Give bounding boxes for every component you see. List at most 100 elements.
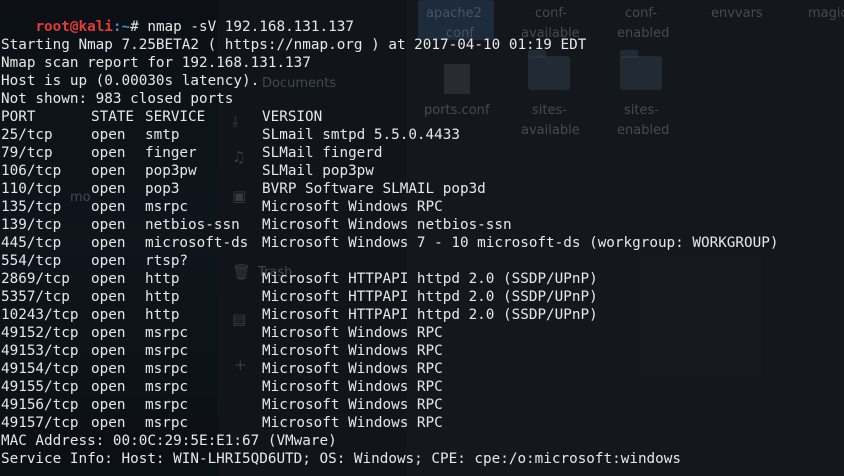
output-line: Starting Nmap 7.25BETA2 ( https://nmap.o… bbox=[1, 37, 587, 53]
cell-state: open bbox=[91, 289, 126, 305]
cell-version: BVRP Software SLMAIL pop3d bbox=[262, 181, 486, 197]
cell-service: msrpc bbox=[145, 379, 189, 395]
cell-service: pop3pw bbox=[145, 163, 197, 179]
cell-version: SLMail pop3pw bbox=[262, 163, 374, 179]
cell-port: 445/tcp bbox=[1, 235, 62, 251]
port-table-header: PORT STATE SERVICE VERSION bbox=[0, 108, 844, 126]
cell-port: 139/tcp bbox=[1, 217, 62, 233]
port-row: 49157/tcp open msrpc Microsoft Windows RPC bbox=[0, 414, 844, 432]
cell-service: pop3 bbox=[145, 181, 180, 197]
output-line: Nmap scan report for 192.168.131.137 bbox=[1, 55, 311, 71]
port-row: 554/tcp open rtsp? bbox=[0, 252, 844, 270]
cell-port: 49153/tcp bbox=[1, 343, 79, 359]
cell-version: Microsoft Windows RPC bbox=[262, 325, 443, 341]
cell-version: Microsoft HTTPAPI httpd 2.0 (SSDP/UPnP) bbox=[262, 289, 598, 305]
cell-state: open bbox=[91, 127, 126, 143]
port-row: 49154/tcp open msrpc Microsoft Windows RPC bbox=[0, 360, 844, 378]
port-row: 139/tcp open netbios-ssn Microsoft Windows … bbox=[0, 216, 844, 234]
cell-version: SLmail smtpd 5.5.0.4433 bbox=[262, 127, 460, 143]
cell-port: 49152/tcp bbox=[1, 325, 79, 341]
cell-version: Microsoft Windows RPC bbox=[262, 379, 443, 395]
cell-state: open bbox=[91, 307, 126, 323]
cell-port: 2869/tcp bbox=[1, 271, 70, 287]
cell-port: 10243/tcp bbox=[1, 307, 79, 323]
cell-service: msrpc bbox=[145, 325, 189, 341]
cell-state: open bbox=[91, 361, 126, 377]
port-row: 135/tcp open msrpc Microsoft Windows RPC bbox=[0, 198, 844, 216]
cell-service: microsoft-ds bbox=[145, 235, 249, 251]
cell-state: open bbox=[91, 397, 126, 413]
cell-port: 25/tcp bbox=[1, 127, 53, 143]
cell-service: msrpc bbox=[145, 397, 189, 413]
cell-state: open bbox=[91, 217, 126, 233]
prompt-symbol: # bbox=[130, 19, 148, 35]
port-row: 5357/tcp open http Microsoft HTTPAPI httpd … bbox=[0, 288, 844, 306]
cell-state: open bbox=[91, 343, 126, 359]
cell-state: open bbox=[91, 415, 126, 431]
cell-service: netbios-ssn bbox=[145, 217, 240, 233]
cell-version: VERSION bbox=[262, 109, 323, 125]
port-row: 79/tcp open finger SLMail fingerd bbox=[0, 144, 844, 162]
command-text: nmap -sV 192.168.131.137 bbox=[147, 19, 354, 35]
port-row: 49153/tcp open msrpc Microsoft Windows RPC bbox=[0, 342, 844, 360]
cell-version: Microsoft HTTPAPI httpd 2.0 (SSDP/UPnP) bbox=[262, 271, 598, 287]
prompt-user: root@kali bbox=[35, 19, 113, 35]
cell-service: smtp bbox=[145, 127, 180, 143]
cell-service: http bbox=[145, 289, 180, 305]
cell-port: 49157/tcp bbox=[1, 415, 79, 431]
prompt-line: root@kali:~# nmap -sV 192.168.131.137 bbox=[1, 0, 354, 35]
cell-port: 106/tcp bbox=[1, 163, 62, 179]
cell-service: rtsp? bbox=[145, 253, 189, 269]
cell-version: Microsoft Windows RPC bbox=[262, 199, 443, 215]
cell-service: finger bbox=[145, 145, 197, 161]
cell-service: msrpc bbox=[145, 343, 189, 359]
cell-port: 49156/tcp bbox=[1, 397, 79, 413]
port-row: 2869/tcp open http Microsoft HTTPAPI httpd … bbox=[0, 270, 844, 288]
port-row: 445/tcp open microsoft-ds Microsoft Windows… bbox=[0, 234, 844, 252]
cell-state: open bbox=[91, 325, 126, 341]
cell-service: SERVICE bbox=[145, 109, 206, 125]
cell-state: open bbox=[91, 163, 126, 179]
cell-state: open bbox=[91, 145, 126, 161]
port-row: 49152/tcp open msrpc Microsoft Windows RPC bbox=[0, 324, 844, 342]
port-row: 25/tcp open smtp SLmail smtpd 5.5.0.4433 bbox=[0, 126, 844, 144]
cell-version: Microsoft Windows netbios-ssn bbox=[262, 217, 512, 233]
cell-service: msrpc bbox=[145, 361, 189, 377]
cell-state: open bbox=[91, 379, 126, 395]
cell-version: Microsoft Windows RPC bbox=[262, 397, 443, 413]
port-row: 10243/tcp open http Microsoft HTTPAPI httpd… bbox=[0, 306, 844, 324]
cell-service: http bbox=[145, 271, 180, 287]
output-line: Service Info: Host: WIN-LHRI5QD6UTD; OS:… bbox=[1, 451, 681, 467]
cell-state: STATE bbox=[91, 109, 135, 125]
cell-version: SLMail fingerd bbox=[262, 145, 383, 161]
prompt-path: :~ bbox=[112, 19, 131, 35]
cell-state: open bbox=[91, 271, 126, 287]
cell-port: 554/tcp bbox=[1, 253, 62, 269]
port-row: 106/tcp open pop3pw SLMail pop3pw bbox=[0, 162, 844, 180]
port-row: 110/tcp open pop3 BVRP Software SLMAIL pop3… bbox=[0, 180, 844, 198]
cell-state: open bbox=[91, 199, 126, 215]
cell-port: 5357/tcp bbox=[1, 289, 70, 305]
terminal-window[interactable]: root@kali:~# nmap -sV 192.168.131.137 St… bbox=[0, 0, 844, 476]
cell-version: Microsoft Windows RPC bbox=[262, 343, 443, 359]
cell-port: 79/tcp bbox=[1, 145, 53, 161]
cell-state: open bbox=[91, 253, 126, 269]
cell-port: 135/tcp bbox=[1, 199, 62, 215]
cell-port: 49155/tcp bbox=[1, 379, 79, 395]
cell-service: msrpc bbox=[145, 415, 189, 431]
cell-service: msrpc bbox=[145, 199, 189, 215]
cell-port: 49154/tcp bbox=[1, 361, 79, 377]
cell-version: Microsoft HTTPAPI httpd 2.0 (SSDP/UPnP) bbox=[262, 307, 598, 323]
output-line: Not shown: 983 closed ports bbox=[1, 91, 234, 107]
cell-version: Microsoft Windows 7 - 10 microsoft-ds (w… bbox=[262, 235, 779, 251]
cell-version: Microsoft Windows RPC bbox=[262, 361, 443, 377]
cell-service: http bbox=[145, 307, 180, 323]
cell-port: PORT bbox=[1, 109, 36, 125]
port-row: 49156/tcp open msrpc Microsoft Windows RPC bbox=[0, 396, 844, 414]
cell-port: 110/tcp bbox=[1, 181, 62, 197]
cell-version: Microsoft Windows RPC bbox=[262, 415, 443, 431]
port-row: 49155/tcp open msrpc Microsoft Windows RPC bbox=[0, 378, 844, 396]
cell-state: open bbox=[91, 181, 126, 197]
output-line: MAC Address: 00:0C:29:5E:E1:67 (VMware) bbox=[1, 433, 337, 449]
cell-state: open bbox=[91, 235, 126, 251]
